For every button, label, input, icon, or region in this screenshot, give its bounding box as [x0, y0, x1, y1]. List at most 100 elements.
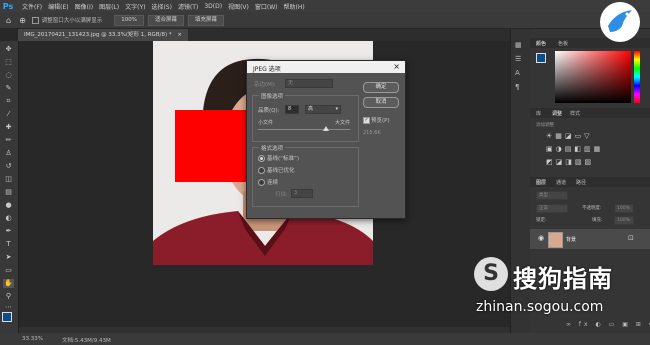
tab-libraries[interactable]: 库	[536, 110, 541, 117]
menu-view[interactable]: 视图(V)	[228, 2, 249, 11]
document-info: 文档:5.43M/9.43M	[62, 338, 111, 344]
jpeg-options-dialog: JPEG 选项 × 杂边(M): 无 图像选项 品质(Q): 8 高 ▾ 小文件…	[246, 60, 406, 219]
fill-input[interactable]: 100%	[614, 216, 634, 225]
dodge-tool-icon[interactable]: ◐	[3, 214, 14, 223]
adjustment-icons-row-3[interactable]: ◩◪◨▧▨	[546, 158, 594, 166]
format-optimized-radio[interactable]	[258, 167, 265, 174]
layer-row-background[interactable]: ◉ 背景 ⊡	[530, 229, 650, 249]
eraser-tool-icon[interactable]: ◫	[3, 175, 14, 184]
document-tab[interactable]: IMG_20170421_131423.jpg @ 33.3%(矩形 1, RG…	[18, 29, 188, 41]
menu-filter[interactable]: 滤镜(T)	[178, 2, 198, 11]
lock-label: 锁定:	[536, 218, 547, 223]
path-select-icon[interactable]: ➤	[3, 253, 14, 262]
fill-label: 填充:	[592, 218, 603, 223]
adjustment-icons-row-1[interactable]: ☀▦◪▭▽	[546, 132, 593, 140]
fill-screen-button[interactable]: 填充屏幕	[188, 14, 225, 26]
dialog-close-icon[interactable]: ×	[393, 62, 400, 71]
zoom-readout[interactable]: 33.33%	[22, 336, 43, 342]
resize-windows-checkbox[interactable]	[31, 16, 39, 24]
format-baseline-radio[interactable]	[258, 155, 265, 162]
menu-type[interactable]: 文字(Y)	[125, 2, 145, 11]
tab-paths[interactable]: 路径	[576, 179, 586, 186]
healing-tool-icon[interactable]: ✚	[3, 123, 14, 132]
hand-tool-icon[interactable]: ✋	[3, 279, 14, 288]
format-progressive-radio[interactable]	[258, 179, 265, 186]
shape-tool-icon[interactable]: ▭	[3, 266, 14, 275]
ok-button[interactable]: 确定	[363, 82, 399, 93]
format-progressive-label: 连续	[267, 180, 279, 186]
menu-edit[interactable]: 编辑(E)	[48, 2, 68, 11]
blend-mode-select[interactable]: 正常	[536, 204, 568, 213]
menu-file[interactable]: 文件(F)	[22, 2, 42, 11]
opacity-input[interactable]: 100%	[614, 204, 634, 213]
color-picker-field[interactable]	[555, 51, 631, 103]
dialog-titlebar[interactable]: JPEG 选项 ×	[247, 61, 405, 73]
brush-tool-icon[interactable]: ✏	[3, 136, 14, 145]
layer-kind-filter[interactable]: 类型	[536, 191, 568, 200]
scan-select[interactable]: 3	[291, 189, 313, 198]
menu-bar: Ps 文件(F) 编辑(E) 图像(I) 图层(L) 文字(Y) 选择(S) 滤…	[0, 0, 650, 12]
tab-layers[interactable]: 图层	[536, 179, 546, 186]
zoom-100-button[interactable]: 100%	[114, 14, 145, 26]
menu-help[interactable]: 帮助(H)	[284, 2, 305, 11]
stamp-tool-icon[interactable]: ♙	[3, 149, 14, 158]
quality-input[interactable]: 8	[285, 105, 299, 114]
pen-tool-icon[interactable]: ✒	[3, 227, 14, 236]
close-tab-icon[interactable]: ×	[177, 32, 182, 38]
zoom-tool-icon-side[interactable]: ⚲	[3, 292, 14, 301]
type-tool-icon[interactable]: T	[3, 240, 14, 249]
watermark-title: 搜狗指南	[513, 265, 613, 293]
menu-image[interactable]: 图像(I)	[75, 2, 93, 11]
document-tab-title: IMG_20170421_131423.jpg @ 33.3%(矩形 1, RG…	[24, 32, 172, 38]
lock-icon: ⊡	[628, 234, 634, 242]
adjust-panel-tabs: 库 调整 样式	[530, 108, 650, 118]
small-file-label: 小文件	[258, 120, 274, 126]
tab-adjustments[interactable]: 调整	[552, 110, 562, 117]
menu-window[interactable]: 窗口(W)	[255, 2, 278, 11]
opacity-label: 不透明度:	[582, 206, 602, 211]
visibility-eye-icon[interactable]: ◉	[538, 234, 544, 242]
quality-select[interactable]: 高 ▾	[305, 105, 341, 114]
paragraph-panel-icon[interactable]: ¶	[515, 83, 519, 91]
quality-slider-track[interactable]	[258, 129, 350, 130]
history-brush-icon[interactable]: ↺	[3, 162, 14, 171]
eyedropper-tool-icon[interactable]: ⁄	[3, 110, 14, 119]
home-icon[interactable]: ⌂	[6, 16, 11, 25]
menu-select[interactable]: 选择(S)	[151, 2, 172, 11]
move-tool-icon[interactable]: ✥	[3, 45, 14, 54]
sogou-logo-icon: S	[474, 257, 508, 291]
document-tab-bar: IMG_20170421_131423.jpg @ 33.3%(矩形 1, RG…	[18, 29, 510, 41]
menu-3d[interactable]: 3D(D)	[204, 3, 222, 10]
photoshop-logo: Ps	[2, 1, 14, 11]
history-panel-icon[interactable]: ▦	[515, 41, 522, 49]
adjustment-icons-row-2[interactable]: ▣◑▤◧▥▦	[546, 145, 603, 153]
fit-screen-button[interactable]: 适合屏幕	[148, 14, 185, 26]
tab-channels[interactable]: 通道	[556, 179, 566, 186]
resize-windows-label: 调整窗口大小以满屏显示	[41, 18, 103, 24]
crop-tool-icon[interactable]: ⌗	[3, 97, 14, 106]
quality-slider-thumb[interactable]	[323, 126, 329, 131]
zoom-tool-icon: ⊕	[19, 15, 26, 25]
tab-styles[interactable]: 样式	[570, 110, 580, 117]
color-fg-swatch[interactable]	[536, 53, 546, 63]
preview-checkbox[interactable]: ✓	[363, 117, 370, 124]
gradient-tool-icon[interactable]: ▤	[3, 188, 14, 197]
properties-panel-icon[interactable]: ☰	[515, 55, 521, 63]
character-panel-icon[interactable]: A	[515, 69, 520, 77]
quick-select-tool-icon[interactable]: ✎	[3, 84, 14, 93]
more-tools-icon[interactable]: ⋯	[3, 303, 14, 312]
menu-layer[interactable]: 图层(L)	[99, 2, 119, 11]
cancel-button[interactable]: 取消	[363, 97, 399, 108]
blur-tool-icon[interactable]: ●	[3, 201, 14, 210]
marquee-tool-icon[interactable]: ⬚	[3, 58, 14, 67]
lasso-tool-icon[interactable]: ◌	[3, 71, 14, 80]
hue-slider[interactable]	[634, 51, 640, 103]
options-bar: ⌂ ⊕ 调整窗口大小以满屏显示 100% 适合屏幕 填充屏幕	[0, 12, 650, 29]
layers-footer-icons[interactable]: ∞ fx ◐ ▭ ▣ ⊞ ⌫	[566, 321, 650, 328]
foreground-color-swatch[interactable]	[2, 312, 12, 322]
tab-color[interactable]: 颜色	[536, 40, 546, 47]
matte-select[interactable]: 无	[285, 79, 333, 88]
layer-name[interactable]: 背景	[566, 236, 576, 243]
large-file-label: 大文件	[335, 120, 351, 126]
tab-swatches[interactable]: 色板	[558, 40, 568, 47]
